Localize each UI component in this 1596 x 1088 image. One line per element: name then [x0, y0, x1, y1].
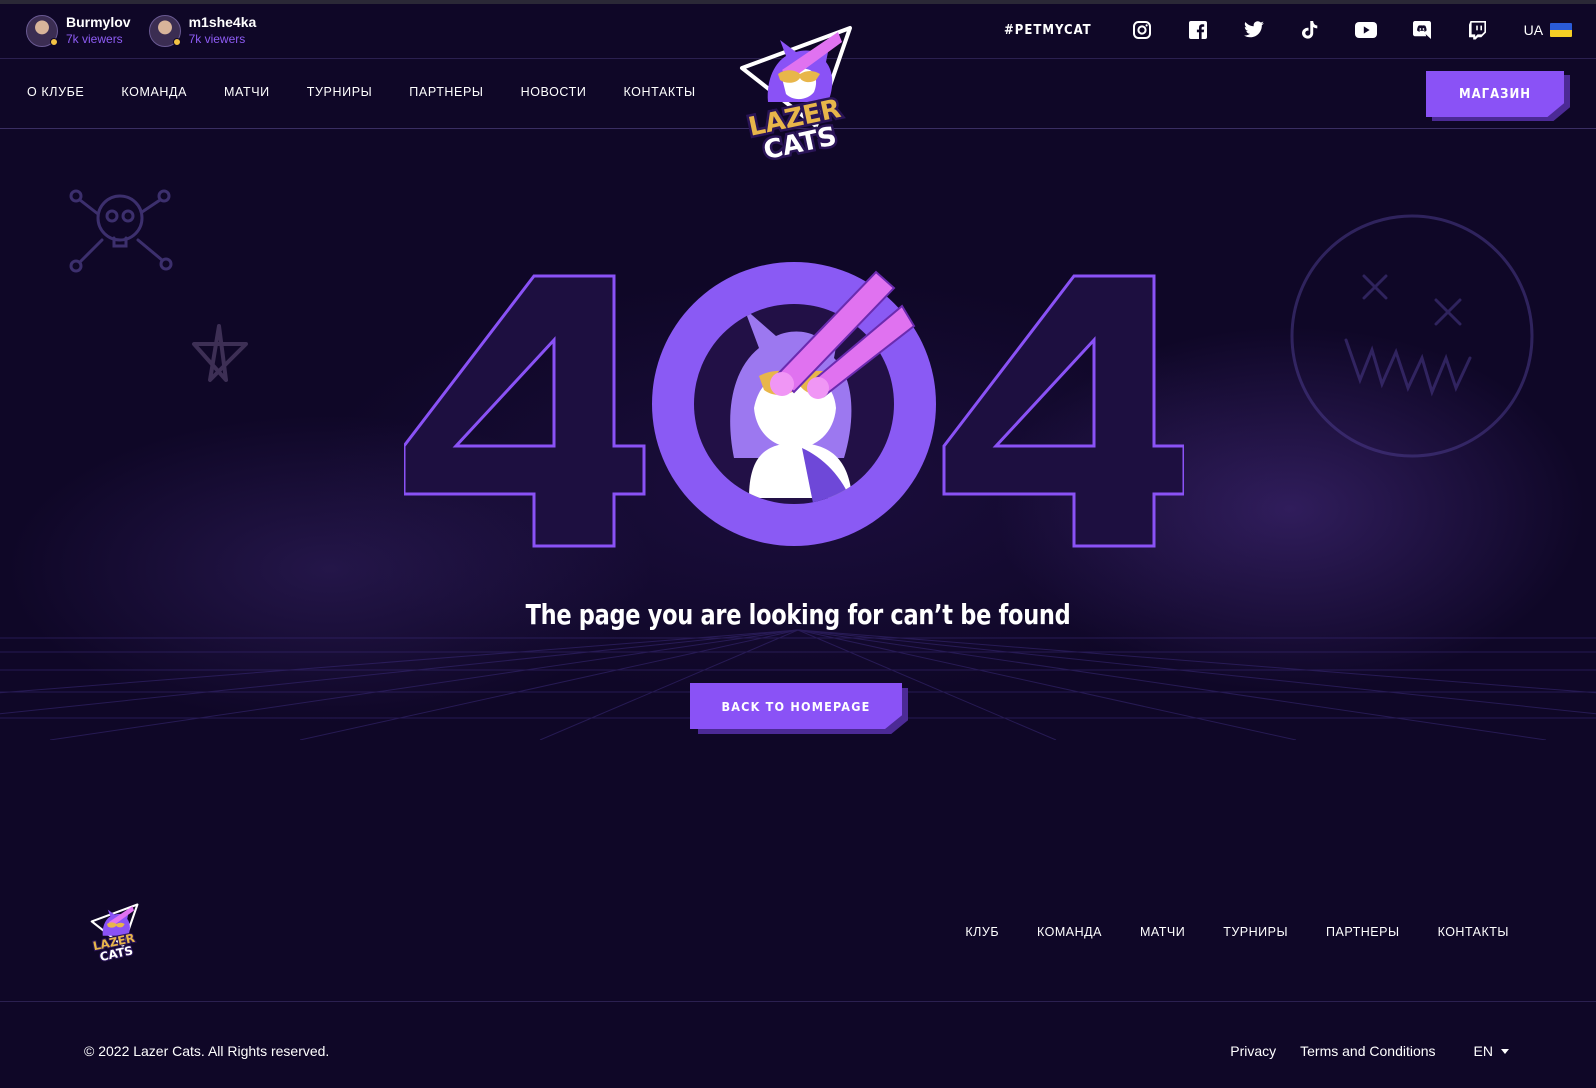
streamer-name: Burmylov: [66, 14, 131, 30]
nav-item-tournaments[interactable]: ТУРНИРЫ: [307, 85, 373, 99]
nav-item-partners[interactable]: ПАРТНЕРЫ: [409, 85, 483, 99]
nav-item-matches[interactable]: МАТЧИ: [224, 85, 270, 99]
discord-icon[interactable]: [1410, 18, 1434, 42]
live-streamers: Burmylov 7k viewers m1she4ka 7k viewers: [26, 14, 256, 47]
error-message: The page you are looking for can’t be fo…: [525, 598, 1071, 631]
avatar: [26, 14, 58, 47]
nav-item-about[interactable]: О КЛУБЕ: [27, 85, 84, 99]
language-code: UA: [1523, 22, 1544, 38]
twitch-icon[interactable]: [1466, 18, 1490, 42]
error-404-graphic: [404, 262, 1184, 548]
tiktok-icon[interactable]: [1298, 18, 1322, 42]
footer-nav-partners[interactable]: ПАРТНЕРЫ: [1326, 925, 1400, 939]
nav-item-team[interactable]: КОМАНДА: [121, 85, 187, 99]
language-switcher[interactable]: UA: [1523, 22, 1573, 38]
nav-item-contacts[interactable]: КОНТАКТЫ: [623, 85, 695, 99]
chevron-down-icon: [1501, 1048, 1509, 1054]
footer-nav-matches[interactable]: МАТЧИ: [1140, 925, 1185, 939]
footer-nav-team[interactable]: КОМАНДА: [1037, 925, 1102, 939]
instagram-icon[interactable]: [1130, 18, 1154, 42]
avatar: [148, 14, 181, 47]
nav-item-news[interactable]: НОВОСТИ: [521, 85, 587, 99]
shop-button[interactable]: МАГАЗИН: [1426, 71, 1564, 117]
main-nav: О КЛУБЕ КОМАНДА МАТЧИ ТУРНИРЫ ПАРТНЕРЫ Н…: [27, 85, 696, 99]
social-bar: #PETMYCAT UA: [1004, 18, 1573, 42]
footer-nav-contacts[interactable]: КОНТАКТЫ: [1438, 925, 1509, 939]
ukraine-flag-icon: [1550, 23, 1573, 37]
footer-language-select[interactable]: EN: [1474, 1043, 1509, 1059]
footer-language-code: EN: [1473, 1043, 1493, 1059]
back-to-homepage-button[interactable]: BACK TO HOMEPAGE: [690, 683, 902, 729]
footer-links: Privacy Terms and Conditions EN: [1230, 1043, 1509, 1059]
hashtag-link[interactable]: #PETMYCAT: [1004, 23, 1092, 38]
footer-nav-club[interactable]: КЛУБ: [965, 925, 999, 939]
streamer-viewers: 7k viewers: [188, 32, 246, 46]
terms-link[interactable]: Terms and Conditions: [1300, 1043, 1435, 1059]
streamer-viewers: 7k viewers: [66, 32, 123, 46]
streamer-burmylov[interactable]: Burmylov 7k viewers: [26, 14, 131, 47]
face-doodle-icon: [1290, 214, 1534, 458]
twitter-icon[interactable]: [1242, 18, 1266, 42]
skull-doodle-icon: [69, 189, 173, 273]
streamer-m1she4ka[interactable]: m1she4ka 7k viewers: [148, 14, 257, 47]
streamer-name: m1she4ka: [188, 14, 257, 30]
window-top-border: [0, 0, 1596, 4]
privacy-link[interactable]: Privacy: [1230, 1043, 1276, 1059]
footer-nav: КЛУБ КОМАНДА МАТЧИ ТУРНИРЫ ПАРТНЕРЫ КОНТ…: [965, 925, 1509, 939]
footer-logo[interactable]: LAZER CATS: [90, 902, 140, 962]
footer-nav-tournaments[interactable]: ТУРНИРЫ: [1223, 925, 1288, 939]
facebook-icon[interactable]: [1186, 18, 1210, 42]
youtube-icon[interactable]: [1354, 18, 1378, 42]
live-indicator: [172, 37, 181, 46]
lazer-cats-logo[interactable]: LAZER CATS: [738, 22, 856, 164]
star-doodle-icon: [192, 324, 248, 382]
live-indicator: [50, 37, 58, 46]
footer-divider: [0, 1001, 1596, 1002]
copyright-text: © 2022 Lazer Cats. All Rights reserved.: [84, 1043, 330, 1059]
